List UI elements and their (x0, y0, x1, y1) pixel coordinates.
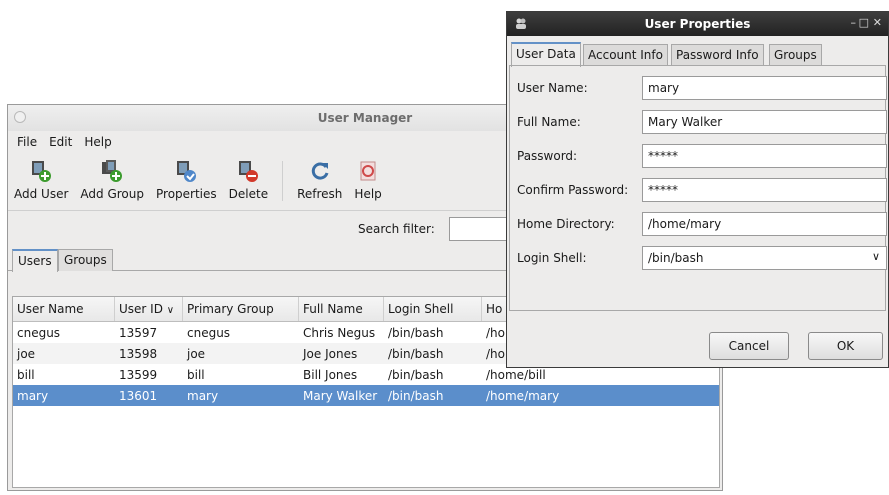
cell-user-id: 13597 (119, 325, 158, 340)
minimize-icon[interactable]: – (851, 16, 857, 29)
user-properties-title: User Properties (644, 17, 751, 31)
cell-primary-group: cnegus (187, 325, 231, 340)
cell-full-name: Chris Negus (303, 325, 376, 340)
full-name-label: Full Name: (517, 115, 581, 129)
full-name-row: Full Name: Mary Walker (517, 110, 887, 134)
cell-login-shell: /bin/bash (388, 325, 444, 340)
maximize-icon[interactable]: □ (859, 16, 869, 29)
tab-user-data[interactable]: User Data (511, 42, 581, 67)
refresh-button[interactable]: Refresh (291, 153, 348, 201)
cell-user-name: joe (17, 346, 36, 361)
column-user-id[interactable]: User ID ∨ (115, 297, 183, 321)
column-primary-group[interactable]: Primary Group (183, 297, 299, 321)
menu-help[interactable]: Help (78, 135, 117, 149)
cell-user-id: 13598 (119, 346, 158, 361)
login-shell-combo[interactable]: /bin/bash ∨ (642, 246, 887, 270)
tab-account-info[interactable]: Account Info (583, 44, 668, 66)
login-shell-label: Login Shell: (517, 251, 587, 265)
cell-user-name: mary (17, 388, 49, 403)
user-name-field[interactable]: mary (642, 76, 887, 100)
refresh-label: Refresh (297, 187, 343, 201)
delete-user-icon (235, 159, 261, 183)
sort-descending-icon: ∨ (166, 305, 175, 316)
add-group-label: Add Group (80, 187, 144, 201)
login-shell-value: /bin/bash (648, 251, 704, 265)
user-properties-dialog: User Properties – □ ✕ User Data Account … (506, 11, 889, 368)
cell-home-directory: /home/bill (486, 367, 546, 382)
refresh-icon (307, 159, 333, 183)
confirm-password-row: Confirm Password: ***** (517, 178, 887, 202)
tab-password-info[interactable]: Password Info (671, 44, 764, 66)
tab-groups[interactable]: Groups (769, 44, 822, 66)
password-field[interactable]: ***** (642, 144, 887, 168)
cell-user-name: cnegus (17, 325, 61, 340)
password-label: Password: (517, 149, 578, 163)
home-directory-field[interactable]: /home/mary (642, 212, 887, 236)
user-name-label: User Name: (517, 81, 588, 95)
home-directory-row: Home Directory: /home/mary (517, 212, 887, 236)
add-user-label: Add User (14, 187, 69, 201)
search-filter-label: Search filter: (358, 222, 435, 236)
tab-groups[interactable]: Groups (58, 249, 113, 271)
chevron-down-icon[interactable]: ∨ (872, 250, 880, 263)
delete-button[interactable]: Delete (223, 153, 274, 201)
password-row: Password: ***** (517, 144, 887, 168)
help-icon (355, 159, 381, 183)
cell-home-directory: /home/mary (486, 388, 560, 403)
properties-label: Properties (156, 187, 217, 201)
cell-user-id: 13601 (119, 388, 158, 403)
close-icon[interactable]: ✕ (873, 16, 882, 29)
user-data-panel: User Name: mary Full Name: Mary Walker P… (509, 65, 887, 311)
help-button[interactable]: Help (348, 153, 387, 201)
cell-primary-group: mary (187, 388, 219, 403)
help-label: Help (354, 187, 382, 201)
add-user-icon (28, 159, 54, 183)
home-directory-label: Home Directory: (517, 217, 615, 231)
confirm-password-label: Confirm Password: (517, 183, 629, 197)
user-name-row: User Name: mary (517, 76, 887, 100)
cell-full-name: Mary Walker (303, 388, 378, 403)
column-user-id-label: User ID (119, 302, 163, 316)
menu-file[interactable]: File (11, 135, 43, 149)
ok-button[interactable]: OK (808, 332, 883, 360)
properties-button[interactable]: Properties (150, 153, 223, 201)
cell-full-name: Bill Jones (303, 367, 358, 382)
properties-icon (173, 159, 199, 183)
cell-login-shell: /bin/bash (388, 388, 444, 403)
cancel-button[interactable]: Cancel (709, 332, 789, 360)
user-properties-titlebar[interactable]: User Properties – □ ✕ (507, 12, 888, 36)
confirm-password-field[interactable]: ***** (642, 178, 887, 202)
tab-users[interactable]: Users (12, 249, 58, 272)
column-full-name[interactable]: Full Name (299, 297, 384, 321)
column-login-shell[interactable]: Login Shell (384, 297, 482, 321)
toolbar-separator (282, 161, 284, 201)
add-group-icon (99, 159, 125, 183)
cell-primary-group: bill (187, 367, 205, 382)
add-group-button[interactable]: Add Group (74, 153, 150, 201)
cell-login-shell: /bin/bash (388, 367, 444, 382)
add-user-button[interactable]: Add User (8, 153, 74, 201)
cell-primary-group: joe (187, 346, 206, 361)
menu-edit[interactable]: Edit (43, 135, 78, 149)
cell-full-name: Joe Jones (303, 346, 358, 361)
cell-login-shell: /bin/bash (388, 346, 444, 361)
full-name-field[interactable]: Mary Walker (642, 110, 887, 134)
cell-user-name: bill (17, 367, 35, 382)
delete-label: Delete (228, 187, 269, 201)
cell-user-id: 13599 (119, 367, 158, 382)
column-user-name[interactable]: User Name (13, 297, 115, 321)
table-row-selected[interactable]: mary 13601 mary Mary Walker /bin/bash /h… (13, 385, 719, 406)
login-shell-row: Login Shell: /bin/bash ∨ (517, 246, 887, 270)
